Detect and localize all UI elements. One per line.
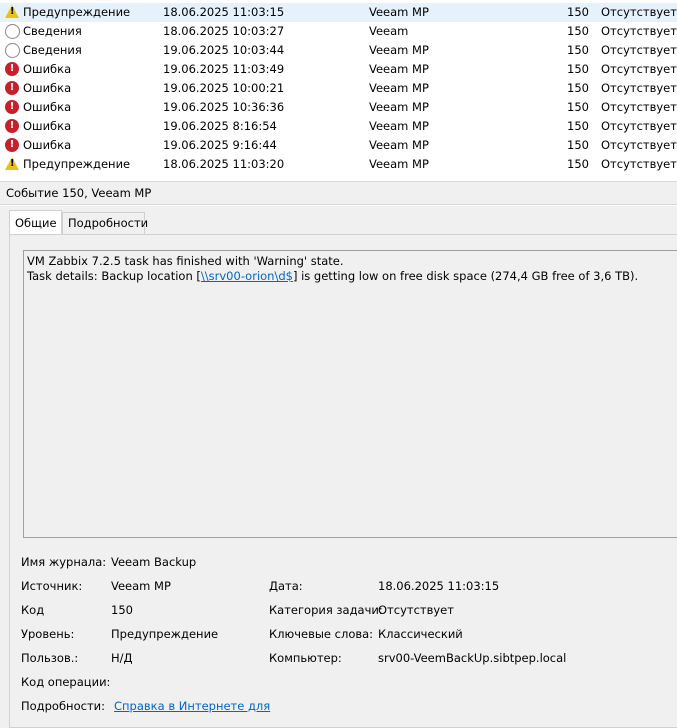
event-level: Сведения (23, 24, 82, 38)
info-icon (5, 43, 20, 58)
log-name-label: Имя журнала: (21, 555, 107, 569)
error-icon: ! (5, 119, 20, 134)
event-category: Отсутствует (601, 24, 677, 38)
error-icon: ! (5, 62, 20, 77)
event-datetime: 19.06.2025 10:36:36 (163, 100, 285, 114)
event-datetime: 18.06.2025 11:03:20 (163, 157, 285, 171)
event-datetime: 19.06.2025 9:16:44 (163, 138, 277, 152)
source-label: Источник: (21, 579, 83, 593)
event-source: Veeam MP (369, 157, 429, 171)
event-category: Отсутствует (601, 119, 677, 133)
event-level: Ошибка (23, 100, 72, 114)
event-category: Отсутствует (601, 5, 677, 19)
event-id: 150 (567, 24, 589, 38)
event-id: 150 (567, 119, 589, 133)
event-category: Отсутствует (601, 138, 677, 152)
table-row[interactable]: ! Предупреждение 18.06.2025 11:03:20 Veeam … (0, 155, 677, 174)
computer-value: srv00-VeemBackUp.sibtpep.local (378, 651, 567, 665)
event-id: 150 (567, 157, 589, 171)
date-label: Дата: (269, 579, 303, 593)
table-row[interactable]: ! Ошибка 19.06.2025 10:36:36 Veeam MP 150 Отс… (0, 98, 677, 117)
task-category-value: Отсутствует (378, 603, 454, 617)
event-datetime: 19.06.2025 11:03:49 (163, 62, 285, 76)
error-icon: ! (5, 100, 20, 115)
date-value: 18.06.2025 11:03:15 (378, 579, 500, 593)
event-level: Предупреждение (23, 5, 131, 19)
event-source: Veeam MP (369, 43, 429, 57)
message-prefix: Task details: Backup location [ (27, 269, 201, 283)
tab-general[interactable]: Общие (9, 210, 62, 234)
level-label: Уровень: (21, 627, 75, 641)
event-id: 150 (567, 43, 589, 57)
error-icon: ! (5, 81, 20, 96)
event-level: Ошибка (23, 119, 72, 133)
event-category: Отсутствует (601, 157, 677, 171)
online-help-link[interactable]: Справка в Интернете для (114, 697, 270, 715)
message-line-2: Task details: Backup location [\\srv00-o… (27, 269, 674, 284)
table-row[interactable]: Сведения 19.06.2025 10:03:44 Veeam MP 150 От… (0, 41, 677, 60)
event-source: Veeam MP (369, 100, 429, 114)
event-level: Ошибка (23, 62, 72, 76)
backup-location-link[interactable]: \\srv00-orion\d$ (201, 269, 293, 283)
event-category: Отсутствует (601, 62, 677, 76)
event-level: Сведения (23, 43, 82, 57)
event-list[interactable]: ! Предупреждение 18.06.2025 11:03:15 Veeam … (0, 0, 677, 176)
event-category: Отсутствует (601, 100, 677, 114)
event-category: Отсутствует (601, 81, 677, 95)
table-row[interactable]: ! Ошибка 19.06.2025 8:16:54 Veeam MP 150 Отсу… (0, 117, 677, 136)
log-name-value: Veeam Backup (111, 555, 197, 569)
event-id: 150 (567, 62, 589, 76)
tab-details[interactable]: Подробности (62, 212, 148, 234)
source-value: Veeam MP (111, 579, 171, 593)
keywords-label: Ключевые слова: (269, 627, 374, 641)
event-detail-panel: Общие Подробности VM Zabbix 7.2.5 task h… (0, 206, 677, 728)
table-row[interactable]: ! Предупреждение 18.06.2025 11:03:15 Veeam … (0, 3, 677, 22)
event-category: Отсутствует (601, 43, 677, 57)
event-id: 150 (567, 5, 589, 19)
event-datetime: 19.06.2025 10:03:44 (163, 43, 285, 57)
event-level: Ошибка (23, 81, 72, 95)
event-id: 150 (567, 138, 589, 152)
event-id: 150 (567, 81, 589, 95)
more-info-label: Подробности: (21, 699, 105, 713)
event-source: Veeam MP (369, 138, 429, 152)
event-source: Veeam (369, 24, 409, 38)
keywords-value: Классический (378, 627, 463, 641)
table-row[interactable]: Сведения 18.06.2025 10:03:27 Veeam 150 Отсут… (0, 22, 677, 41)
user-label: Пользов.: (21, 651, 79, 665)
event-detail-header: Событие 150, Veeam MP (0, 181, 677, 205)
event-message-box[interactable]: VM Zabbix 7.2.5 task has finished with '… (23, 250, 677, 538)
event-level: Ошибка (23, 138, 72, 152)
event-code-label: Код (21, 603, 45, 617)
table-row[interactable]: ! Ошибка 19.06.2025 9:16:44 Veeam MP 150 Отсу… (0, 136, 677, 155)
event-id: 150 (567, 100, 589, 114)
event-code-value: 150 (111, 603, 133, 617)
event-datetime: 18.06.2025 11:03:15 (163, 5, 285, 19)
event-level: Предупреждение (23, 157, 131, 171)
event-source: Veeam MP (369, 62, 429, 76)
level-value: Предупреждение (111, 627, 219, 641)
table-row[interactable]: ! Ошибка 19.06.2025 11:03:49 Veeam MP 150 Отс… (0, 60, 677, 79)
info-icon (5, 24, 20, 39)
user-value: Н/Д (111, 651, 133, 665)
event-datetime: 19.06.2025 10:00:21 (163, 81, 285, 95)
event-source: Veeam MP (369, 119, 429, 133)
error-icon: ! (5, 138, 20, 153)
warning-icon: ! (5, 5, 20, 20)
message-line-1: VM Zabbix 7.2.5 task has finished with '… (27, 254, 344, 268)
event-datetime: 19.06.2025 8:16:54 (163, 119, 277, 133)
message-suffix: ] is getting low on free disk space (274… (292, 269, 639, 283)
computer-label: Компьютер: (269, 651, 342, 665)
warning-icon: ! (5, 157, 20, 172)
event-datetime: 18.06.2025 10:03:27 (163, 24, 285, 38)
table-row[interactable]: ! Ошибка 19.06.2025 10:00:21 Veeam MP 150 Отс… (0, 79, 677, 98)
event-source: Veeam MP (369, 5, 429, 19)
opcode-label: Код операции: (21, 675, 111, 689)
task-category-label: Категория задачи: (269, 603, 383, 617)
event-source: Veeam MP (369, 81, 429, 95)
